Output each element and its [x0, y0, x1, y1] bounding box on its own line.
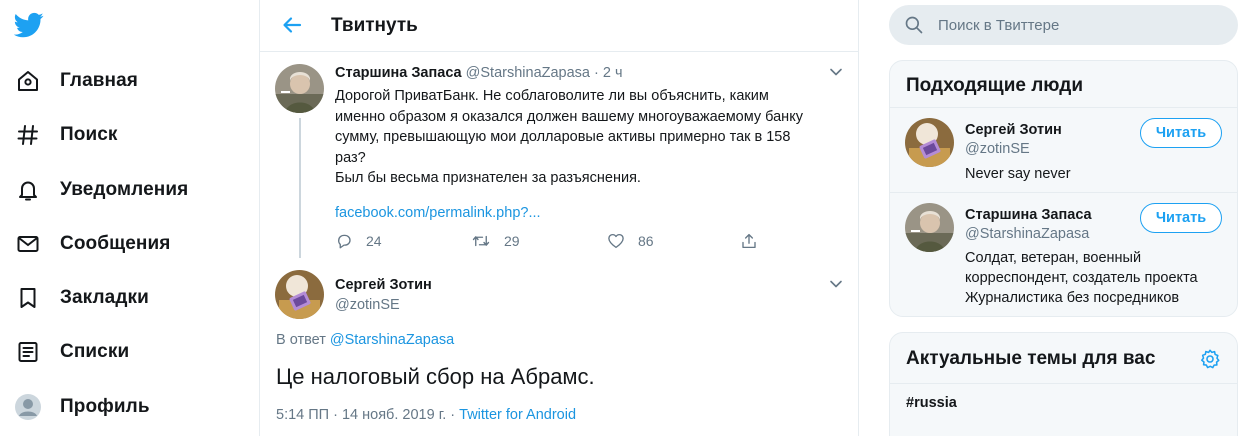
page-header: Твитнуть — [260, 0, 858, 52]
reply-to-link[interactable]: @StarshinaZapasa — [330, 332, 454, 348]
trends-panel: Актуальные темы для вас #russia — [889, 332, 1238, 436]
share-button[interactable] — [740, 232, 758, 250]
avatar-icon — [14, 393, 42, 421]
suggestion-bio: Солдат, ветеран, военный корреспондент, … — [965, 248, 1230, 308]
bio-line: Солдат, ветеран, военный — [965, 250, 1142, 266]
tweet-line: сумму, превышающую мои долларовые активы… — [335, 129, 791, 145]
trends-title: Актуальные темы для вас — [890, 333, 1237, 384]
follow-suggestion[interactable]: Старшина Запаса @StarshinaZapasa Солдат,… — [890, 193, 1237, 316]
search-box[interactable] — [889, 5, 1238, 45]
page-title: Твитнуть — [331, 15, 418, 36]
like-count: 86 — [638, 233, 654, 249]
author-name[interactable]: Старшина Запаса — [335, 65, 462, 81]
search-input[interactable] — [938, 16, 1218, 34]
who-to-follow-title: Подходящие люди — [890, 61, 1237, 108]
retweet-count: 29 — [504, 233, 520, 249]
tweet-source-link[interactable]: Twitter for Android — [459, 407, 576, 423]
bookmark-icon — [14, 284, 42, 312]
nav-item-home[interactable]: Главная — [14, 61, 138, 101]
gear-icon[interactable] — [1199, 348, 1221, 370]
chevron-down-icon[interactable] — [828, 276, 844, 292]
thread-line — [299, 118, 301, 258]
author-handle[interactable]: @StarshinaZapasa — [466, 65, 590, 81]
search-icon — [905, 16, 923, 34]
nav-item-messages[interactable]: Сообщения — [14, 224, 170, 264]
heart-icon — [608, 233, 624, 249]
nav-item-lists[interactable]: Списки — [14, 332, 129, 372]
nav-label-search: Поиск — [60, 124, 118, 145]
tweet-meta: 5:14 ПП · 14 нояб. 2019 г. · Twitter for… — [276, 407, 576, 423]
follow-button[interactable]: Читать — [1140, 118, 1222, 148]
bio-line: Журналистика без посредников — [965, 290, 1180, 306]
nav-item-bookmarks[interactable]: Закладки — [14, 278, 149, 318]
tweet-line: Был бы весьма признателен за разъяснения… — [335, 170, 641, 186]
nav-label-notifications: Уведомления — [60, 179, 189, 200]
avatar[interactable] — [905, 203, 954, 252]
nav-label-home: Главная — [60, 70, 138, 91]
retweet-icon — [472, 235, 490, 247]
reply-icon — [338, 234, 351, 249]
tweet-line: именно образом я оказался должен вашему … — [335, 108, 803, 125]
list-icon — [14, 338, 42, 366]
home-icon — [14, 67, 42, 95]
tweet-link[interactable]: facebook.com/permalink.php?... — [335, 205, 541, 221]
reply-count: 24 — [366, 233, 382, 249]
author-name[interactable]: Сергей Зотин — [335, 277, 432, 293]
share-icon — [742, 233, 756, 249]
reply-prefix: В ответ — [276, 332, 326, 348]
avatar[interactable] — [275, 64, 324, 113]
avatar[interactable] — [275, 270, 324, 319]
author-name-text: Сергей Зотин — [335, 277, 432, 293]
suggestion-handle[interactable]: @zotinSE — [965, 141, 1030, 157]
tweet-time[interactable]: 2 ч — [603, 65, 623, 81]
tweet-text: Дорогой ПриватБанк. Не соблаговолите ли … — [335, 86, 845, 189]
tweet-header: Старшина Запаса @StarshinaZapasa · 2 ч — [335, 65, 623, 81]
suggestion-name[interactable]: Старшина Запаса — [965, 207, 1092, 223]
like-button[interactable]: 86 — [607, 232, 654, 250]
sidebar-nav: Главная Поиск Уведомления Сообщения Закл… — [0, 0, 258, 436]
avatar[interactable] — [905, 118, 954, 167]
parent-tweet[interactable]: Старшина Запаса @StarshinaZapasa · 2 ч Д… — [260, 52, 858, 266]
tweet-timestamp[interactable]: 5:14 ПП · 14 нояб. 2019 г. · — [276, 407, 455, 423]
trends-title-text: Актуальные темы для вас — [906, 348, 1156, 369]
suggestion-bio: Never say never — [965, 166, 1071, 182]
chevron-down-icon[interactable] — [828, 64, 844, 80]
tweet-line: раз? — [335, 149, 366, 166]
focused-tweet: Сергей Зотин @zotinSE В ответ @Starshina… — [260, 266, 858, 436]
nav-label-profile: Профиль — [60, 396, 150, 417]
twitter-logo-icon[interactable] — [14, 10, 44, 40]
bio-line: корреспондент, создатель проекта — [965, 270, 1198, 286]
follow-button[interactable]: Читать — [1140, 203, 1222, 233]
tweet-text: Це налоговый сбор на Абрамс. — [276, 364, 595, 389]
tweet-line: Дорогой ПриватБанк. Не соблаговолите ли … — [335, 88, 769, 104]
right-sidebar: Подходящие люди Сергей Зотин @zotinSE Ne… — [889, 0, 1246, 436]
nav-item-search[interactable]: Поиск — [14, 115, 118, 155]
nav-label-messages: Сообщения — [60, 233, 171, 254]
nav-item-profile[interactable]: Профиль — [14, 387, 150, 427]
hashtag-icon — [14, 121, 42, 149]
mail-icon — [14, 230, 42, 258]
reply-button[interactable]: 24 — [335, 232, 382, 250]
bell-icon — [14, 176, 42, 204]
reply-context: В ответ @StarshinaZapasa — [276, 332, 454, 348]
author-handle[interactable]: @zotinSE — [335, 297, 400, 313]
nav-label-lists: Списки — [60, 341, 130, 362]
author-handle-text: @zotinSE — [335, 297, 400, 313]
trend-item[interactable]: #russia — [890, 384, 1237, 422]
main-column: Твитнуть Старшина Запаса @StarshinaZapas… — [259, 0, 859, 436]
retweet-button[interactable]: 29 — [471, 232, 520, 250]
nav-item-notifications[interactable]: Уведомления — [14, 170, 188, 210]
back-arrow-icon[interactable] — [280, 13, 304, 37]
suggestion-name[interactable]: Сергей Зотин — [965, 122, 1062, 138]
nav-label-bookmarks: Закладки — [60, 287, 149, 308]
who-to-follow-panel: Подходящие люди Сергей Зотин @zotinSE Ne… — [889, 60, 1238, 317]
suggestion-handle[interactable]: @StarshinaZapasa — [965, 226, 1089, 242]
separator: · — [594, 65, 599, 81]
follow-suggestion[interactable]: Сергей Зотин @zotinSE Never say never Чи… — [890, 108, 1237, 193]
